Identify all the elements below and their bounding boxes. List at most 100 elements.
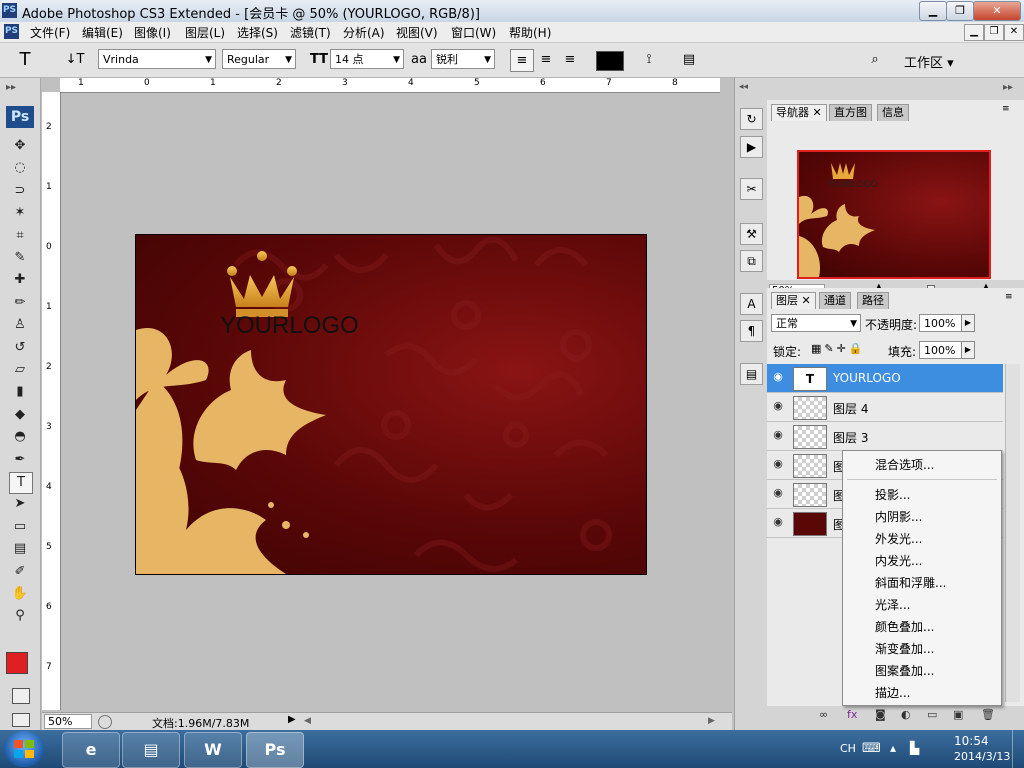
visibility-eye-icon[interactable]: ◉	[771, 457, 785, 471]
dodge-icon[interactable]: ◓	[9, 427, 31, 447]
warp-text-button[interactable]: ⟟	[638, 49, 660, 70]
status-info-icon[interactable]	[98, 715, 112, 729]
context-menu-item[interactable]: 渐变叠加...	[875, 640, 934, 657]
close-tab-icon[interactable]: ✕	[813, 106, 822, 119]
tab-layers[interactable]: 图层 ✕	[771, 292, 816, 309]
notes-icon[interactable]: ▤	[9, 539, 31, 559]
visibility-eye-icon[interactable]: ◉	[771, 515, 785, 529]
close-tab-icon[interactable]: ✕	[802, 294, 811, 307]
mask-icon[interactable]: ◙	[875, 708, 886, 721]
trash-icon[interactable]: 🗑	[981, 708, 995, 721]
workspace-menu[interactable]: 工作区 ▾	[904, 52, 954, 71]
context-menu-item[interactable]: 投影...	[875, 486, 910, 503]
maximize-button[interactable]: ❐	[946, 1, 974, 21]
doc-minimize-button[interactable]: ▁	[964, 24, 984, 41]
menu-select[interactable]: 选择(S)	[237, 24, 278, 41]
tab-histogram[interactable]: 直方图	[829, 104, 872, 121]
context-menu-item[interactable]: 描边...	[875, 684, 910, 701]
magic-wand-icon[interactable]: ✶	[9, 203, 31, 223]
fill-field[interactable]: 100%	[919, 341, 963, 359]
close-button[interactable]: ✕	[973, 1, 1021, 21]
character-panel-button[interactable]: ▤	[678, 49, 700, 70]
zoom-field[interactable]: 50%	[44, 714, 92, 729]
context-menu-item[interactable]: 颜色叠加...	[875, 618, 934, 635]
context-menu-item[interactable]: 外发光...	[875, 530, 922, 547]
layers-scrollbar[interactable]	[1005, 364, 1020, 702]
pen-icon[interactable]: ✒	[9, 450, 31, 470]
eyedropper-icon[interactable]: ✎	[9, 248, 31, 268]
input-language[interactable]: CH	[840, 742, 856, 755]
text-orientation-button[interactable]: ↓T	[64, 49, 86, 70]
ps-logo-icon[interactable]: Ps	[6, 106, 34, 128]
opacity-field[interactable]: 100%	[919, 314, 963, 332]
menu-analysis[interactable]: 分析(A)	[343, 24, 385, 41]
foreground-color-swatch[interactable]	[6, 652, 28, 674]
visibility-eye-icon[interactable]: ◉	[771, 399, 785, 413]
menu-edit[interactable]: 编辑(E)	[82, 24, 123, 41]
crop-icon[interactable]: ⌗	[9, 226, 31, 246]
link-layers-icon[interactable]: ∞	[819, 708, 828, 721]
zoom-icon[interactable]: ⚲	[9, 606, 31, 626]
context-menu-item[interactable]: 图案叠加...	[875, 662, 934, 679]
context-menu-item[interactable]: 内发光...	[875, 552, 922, 569]
word-icon[interactable]: W	[184, 732, 242, 768]
blur-icon[interactable]: ◆	[9, 405, 31, 425]
marquee-icon[interactable]: ◌	[9, 158, 31, 178]
panels-collapse-icon[interactable]: ▸▸	[1003, 82, 1013, 93]
explorer-icon[interactable]: ▤	[122, 732, 180, 768]
menu-view[interactable]: 视图(V)	[396, 24, 438, 41]
font-style-select[interactable]: Regular ▼	[222, 49, 296, 69]
history-brush-icon[interactable]: ↺	[9, 338, 31, 358]
fill-arrow-icon[interactable]: ▶	[961, 341, 975, 359]
panel-menu-icon[interactable]: ≡	[1005, 292, 1013, 302]
document-canvas[interactable]: YOURLOGO	[135, 234, 647, 575]
clock-time[interactable]: 10:54	[954, 734, 989, 748]
tab-info[interactable]: 信息	[877, 104, 909, 121]
text-color-swatch[interactable]	[596, 51, 624, 71]
clone-source-icon[interactable]: ⧉	[740, 250, 763, 272]
menu-window[interactable]: 窗口(W)	[451, 24, 496, 41]
doc-close-button[interactable]: ✕	[1004, 24, 1024, 41]
context-menu-item[interactable]: 内阴影...	[875, 508, 922, 525]
blend-mode-select[interactable]: 正常 ▼	[771, 314, 861, 332]
menu-layer[interactable]: 图层(L)	[185, 24, 225, 41]
tab-paths[interactable]: 路径	[857, 292, 889, 309]
start-button[interactable]	[4, 731, 44, 767]
shape-icon[interactable]: ▭	[9, 517, 31, 537]
character-icon[interactable]: A	[740, 293, 763, 315]
minimize-button[interactable]: ▁	[919, 1, 947, 21]
type-tool-preset[interactable]: T	[14, 49, 36, 70]
menu-filter[interactable]: 滤镜(T)	[290, 24, 331, 41]
eyedropper2-icon[interactable]: ✐	[9, 562, 31, 582]
context-menu-item[interactable]: 混合选项...	[875, 456, 934, 473]
screen-mode-button[interactable]	[12, 713, 30, 727]
tool-presets-icon[interactable]: ✂	[740, 178, 763, 200]
fx-icon[interactable]: fx	[847, 708, 857, 721]
hand-icon[interactable]: ✋	[9, 584, 31, 604]
layer-row[interactable]: ◉ 图层 3	[767, 422, 1003, 451]
menu-image[interactable]: 图像(I)	[134, 24, 171, 41]
layer-row[interactable]: ◉ 图层 4	[767, 393, 1003, 422]
menu-file[interactable]: 文件(F)	[30, 24, 70, 41]
bridge-button[interactable]: ⌕	[862, 49, 888, 70]
brushes-panel-icon[interactable]: ⚒	[740, 223, 763, 245]
type-icon[interactable]: T	[9, 472, 33, 494]
layer-row[interactable]: ◉ T YOURLOGO	[767, 364, 1003, 393]
visibility-eye-icon[interactable]: ◉	[771, 486, 785, 500]
clock-date[interactable]: 2014/3/13	[954, 750, 1010, 763]
gradient-icon[interactable]: ▮	[9, 382, 31, 402]
antialias-select[interactable]: 锐利 ▼	[431, 49, 495, 69]
scroll-right-icon[interactable]: ▶	[708, 716, 715, 726]
lock-icons[interactable]: ▦✎✛🔒	[811, 342, 866, 355]
tab-channels[interactable]: 通道	[819, 292, 851, 309]
stamp-icon[interactable]: ♙	[9, 315, 31, 335]
paragraph-icon[interactable]: ¶	[740, 320, 763, 342]
new-layer-icon[interactable]: ▣	[953, 708, 963, 721]
scroll-left-icon[interactable]: ◀	[304, 716, 311, 726]
adjustment-icon[interactable]: ◐	[901, 708, 911, 721]
path-select-icon[interactable]: ➤	[9, 494, 31, 514]
group-icon[interactable]: ▭	[927, 708, 937, 721]
font-size-select[interactable]: 14 点 ▼	[330, 49, 404, 69]
brush-icon[interactable]: ✏	[9, 293, 31, 313]
navigator-preview[interactable]: YOURLOGO	[797, 150, 991, 279]
